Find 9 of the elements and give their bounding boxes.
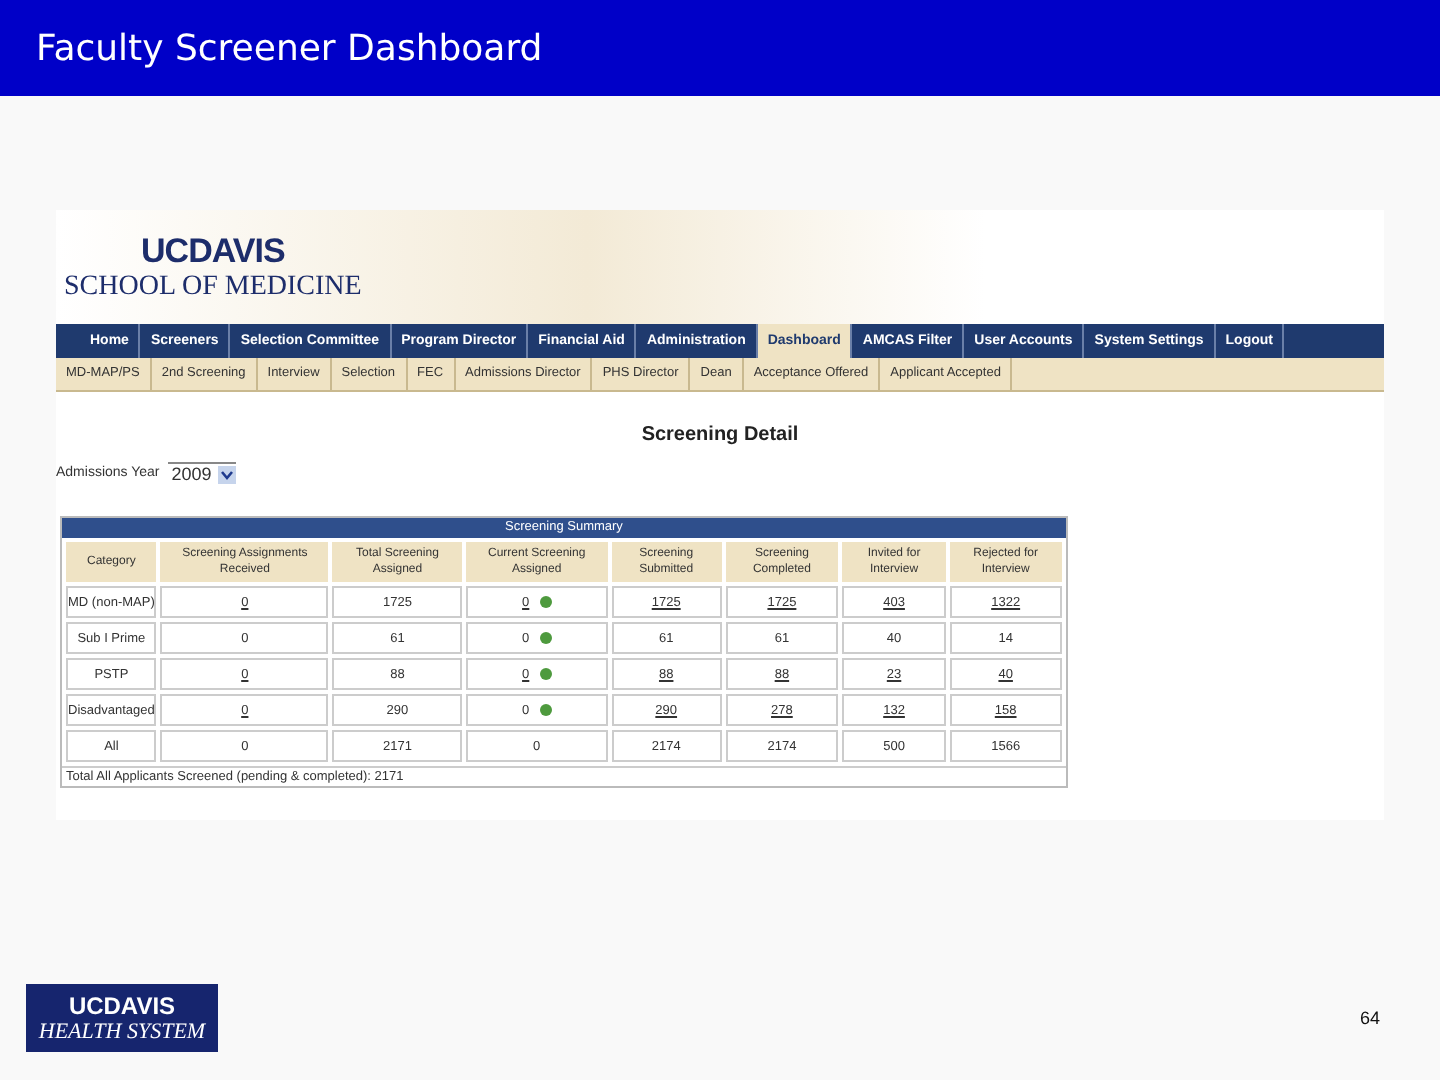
- logo-subtitle: SCHOOL OF MEDICINE: [64, 271, 362, 303]
- logo-text: UCDAVIS: [141, 231, 285, 271]
- page-number: 64: [1359, 1008, 1380, 1028]
- logo-text: UCDAVIS: [68, 992, 176, 1020]
- logo-subtitle: HEALTH SYSTEM: [38, 1020, 206, 1044]
- caret-icon: [217, 465, 236, 483]
- year-dropdown[interactable]: 2009: [167, 462, 236, 484]
- page-heading: Screening Detail: [639, 424, 801, 446]
- slide-title: Faculty Screener Dashboard: [36, 27, 543, 69]
